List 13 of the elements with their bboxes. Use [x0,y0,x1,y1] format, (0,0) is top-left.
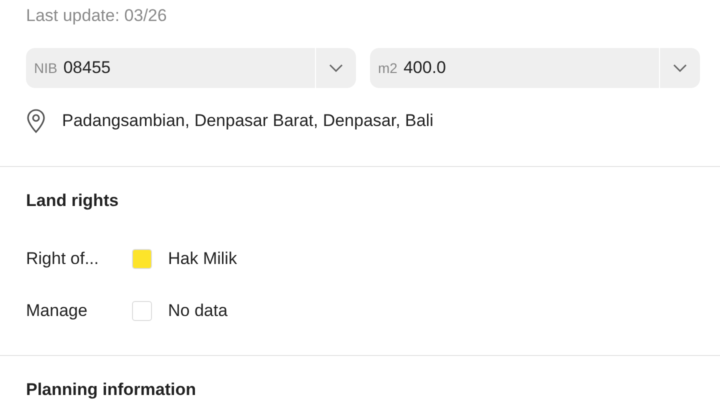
row-value: No data [168,301,228,321]
row-label: Manage [26,301,88,321]
section-title: Land rights [26,190,120,212]
chevron-down-icon [329,64,343,72]
dropdown-field[interactable]: NIB 08455 [26,48,356,88]
section-title: Planning information [26,379,197,401]
chevron-down-icon [673,64,687,72]
row-value: Hak Milik [168,249,237,269]
location-pin-icon [26,109,46,133]
dropdown-field[interactable]: m2 400.0 [370,48,700,88]
row-label: Right of... [26,249,100,269]
address-text: Padangsambian, Denpasar Barat, Denpasar, Bali [62,111,434,131]
last-update-text: Last update: 03/26 [26,5,168,27]
